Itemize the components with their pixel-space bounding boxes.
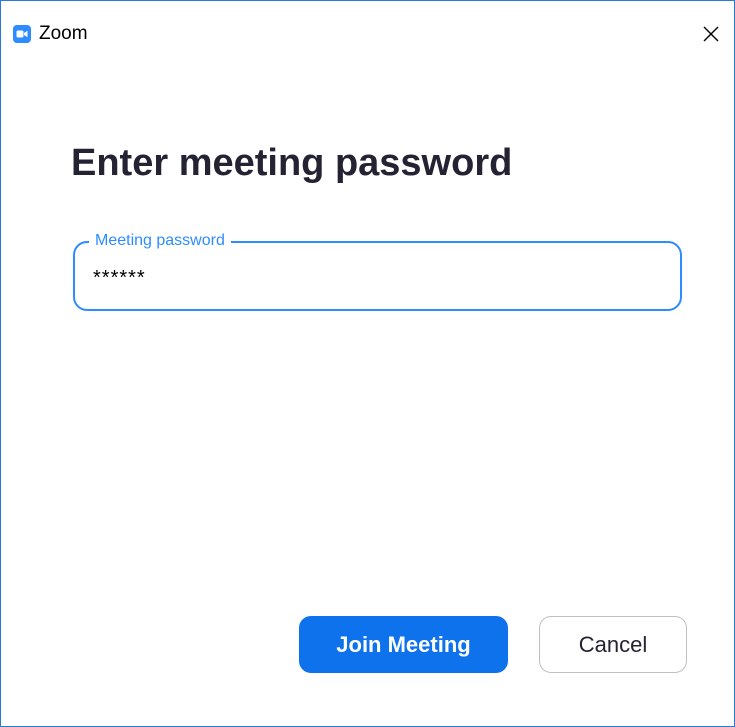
cancel-button[interactable]: Cancel xyxy=(539,616,687,673)
password-field[interactable]: Meeting password xyxy=(73,231,682,311)
title-bar: Zoom xyxy=(1,1,734,44)
join-meeting-button[interactable]: Join Meeting xyxy=(299,616,508,673)
zoom-camera-icon xyxy=(13,25,31,43)
zoom-password-dialog: Zoom Enter meeting password Meeting pass… xyxy=(0,0,735,727)
password-field-label: Meeting password xyxy=(89,231,231,251)
page-title: Enter meeting password xyxy=(71,142,513,184)
password-input[interactable] xyxy=(93,265,653,291)
window-title: Zoom xyxy=(39,23,88,44)
close-icon[interactable] xyxy=(700,23,722,45)
